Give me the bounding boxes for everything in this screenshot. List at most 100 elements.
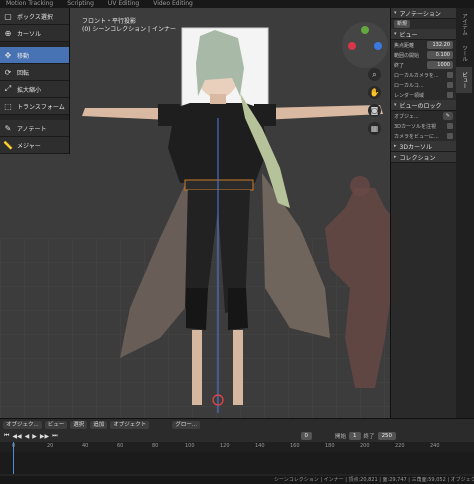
clip-start-field[interactable]: 0.100	[427, 51, 453, 59]
workspace-tabs: Motion Tracking Scripting UV Editing Vid…	[0, 0, 474, 8]
scale-icon: ⤢	[4, 84, 12, 93]
annotate-icon: ✎	[4, 123, 12, 133]
local-camera-checkbox[interactable]	[447, 72, 453, 78]
camera-icon[interactable]: ◙	[368, 104, 381, 117]
playhead[interactable]	[13, 442, 14, 474]
next-keyframe-icon[interactable]: ▶▶	[40, 433, 49, 440]
tool-label: カーソル	[17, 30, 42, 38]
tool-annotate[interactable]: ✎ アノテート	[0, 120, 69, 137]
tool-label: 回転	[17, 69, 30, 77]
select-menu[interactable]: 選択	[70, 420, 88, 429]
tool-move[interactable]: ✥ 移動	[0, 47, 69, 64]
lock-object-label: オブジェ...	[394, 113, 419, 120]
tick-label: 240	[430, 443, 440, 449]
tool-panel: ▢ ボックス選択 ⊕ カーソル ✥ 移動 ⟳ 回転 ⤢ 拡大縮小 ⬚ トランスフ…	[0, 8, 70, 154]
timeline-track[interactable]	[0, 442, 474, 474]
chevron-down-icon: ▾	[394, 10, 397, 16]
tool-label: トランスフォーム	[17, 103, 65, 111]
tick-label: 40	[82, 443, 89, 449]
move-icon: ✥	[4, 50, 12, 60]
view-name: フロント・平行投影	[82, 18, 137, 25]
workspace-tab[interactable]: UV Editing	[108, 0, 139, 8]
tool-measure[interactable]: 📏 メジャー	[0, 137, 69, 154]
view-section-header[interactable]: ▾ ビュー	[391, 29, 456, 40]
focal-length-field[interactable]: 132.20	[427, 41, 453, 49]
play-reverse-icon[interactable]: ◀	[25, 433, 30, 440]
tick-label: 20	[47, 443, 54, 449]
lock-object-field[interactable]: ✎	[442, 112, 453, 120]
tool-select-box[interactable]: ▢ ボックス選択	[0, 8, 69, 25]
clip-end-field[interactable]: 1000	[427, 61, 453, 69]
sidebar-n-panel: ▾ アノテーション 新規 ▾ ビュー 焦点距離 132.20 範囲の開始 0.100…	[390, 8, 456, 418]
start-frame-field[interactable]: 1	[349, 432, 361, 440]
tab-tool[interactable]: ツール	[456, 40, 472, 67]
workspace-tab[interactable]: Scripting	[67, 0, 94, 8]
tool-cursor[interactable]: ⊕ カーソル	[0, 25, 69, 42]
tool-rotate[interactable]: ⟳ 回転	[0, 64, 69, 81]
jump-start-icon[interactable]: ⏮	[4, 432, 9, 440]
render-region-checkbox[interactable]	[447, 92, 453, 98]
tick-label: 60	[117, 443, 124, 449]
cursor-icon: ⊕	[4, 28, 12, 38]
render-region-label: レンダー領域	[394, 92, 425, 99]
viewport-header: オブジェク... ビュー 選択 追加 オブジェクト グロー...	[0, 418, 474, 430]
tick-label: 80	[152, 443, 159, 449]
view-menu[interactable]: ビュー	[44, 420, 68, 429]
current-frame-field[interactable]: 0	[300, 432, 313, 440]
camera-to-view-checkbox[interactable]	[447, 133, 453, 139]
collection-header[interactable]: ▸ コレクション	[391, 152, 456, 163]
chevron-right-icon: ▸	[394, 143, 397, 149]
3d-cursor-header[interactable]: ▸ 3Dカーソル	[391, 141, 456, 152]
new-annotation-button[interactable]: 新規	[394, 20, 411, 28]
grid-icon[interactable]: ▦	[368, 122, 381, 135]
measure-icon: 📏	[3, 140, 13, 150]
x-axis-icon[interactable]	[361, 26, 369, 34]
tick-label: 100	[185, 443, 195, 449]
chevron-right-icon: ▸	[394, 154, 397, 160]
chevron-down-icon: ▾	[394, 31, 397, 37]
tool-label: メジャー	[17, 142, 41, 150]
tool-label: アノテート	[17, 125, 47, 133]
navigation-gizmo[interactable]	[342, 22, 388, 68]
local-collection-checkbox[interactable]	[447, 82, 453, 88]
workspace-tab[interactable]: Motion Tracking	[6, 0, 53, 8]
tab-item[interactable]: アイテム	[456, 8, 472, 40]
transform-icon: ⬚	[4, 101, 12, 111]
tick-label: 140	[255, 443, 265, 449]
jump-end-icon[interactable]: ⏭	[52, 432, 57, 440]
end-frame-field[interactable]: 250	[377, 432, 397, 440]
object-menu[interactable]: オブジェクト	[110, 420, 150, 429]
tick-label: 200	[360, 443, 370, 449]
zoom-icon[interactable]: ⌕	[368, 68, 381, 81]
object-mode-dropdown[interactable]: オブジェク...	[3, 420, 42, 429]
camera-to-view-label: カメラをビューに...	[394, 133, 439, 140]
tool-label: 移動	[17, 52, 30, 60]
play-icon[interactable]: ▶	[32, 433, 37, 440]
scene-collection-info: (0) シーンコレクション | インナー	[82, 26, 176, 33]
end-frame-label: 終了	[363, 434, 375, 440]
tick-label: 120	[220, 443, 230, 449]
frame-ruler[interactable]: 0 20 40 60 80 100 120 140 160 180 200 22…	[0, 442, 474, 452]
tick-label: 160	[290, 443, 300, 449]
transform-orientation-dropdown[interactable]: グロー...	[172, 420, 201, 429]
tab-view[interactable]: ビュー	[456, 66, 472, 93]
add-menu[interactable]: 追加	[90, 420, 108, 429]
tool-label: 拡大縮小	[17, 86, 42, 94]
tick-label: 220	[395, 443, 405, 449]
lock-3d-cursor-checkbox[interactable]	[447, 123, 453, 129]
select-box-icon: ▢	[4, 11, 12, 21]
annotation-header[interactable]: ▾ アノテーション	[391, 8, 456, 19]
prev-keyframe-icon[interactable]: ◀◀	[12, 433, 21, 440]
tool-label: ボックス選択	[17, 13, 53, 21]
workspace-tab[interactable]: Video Editing	[153, 0, 193, 8]
clip-end-label: 終了	[394, 62, 405, 69]
y-axis-icon[interactable]	[348, 42, 356, 50]
pan-hand-icon[interactable]: ✋	[368, 86, 381, 99]
tick-label: 180	[325, 443, 335, 449]
local-collection-label: ローカルコ...	[394, 82, 424, 89]
z-axis-icon[interactable]	[374, 42, 382, 50]
tool-scale[interactable]: ⤢ 拡大縮小	[0, 81, 69, 98]
tool-transform[interactable]: ⬚ トランスフォーム	[0, 98, 69, 115]
clip-start-label: 範囲の開始	[394, 52, 420, 59]
view-lock-header[interactable]: ▾ ビューのロック	[391, 100, 456, 111]
